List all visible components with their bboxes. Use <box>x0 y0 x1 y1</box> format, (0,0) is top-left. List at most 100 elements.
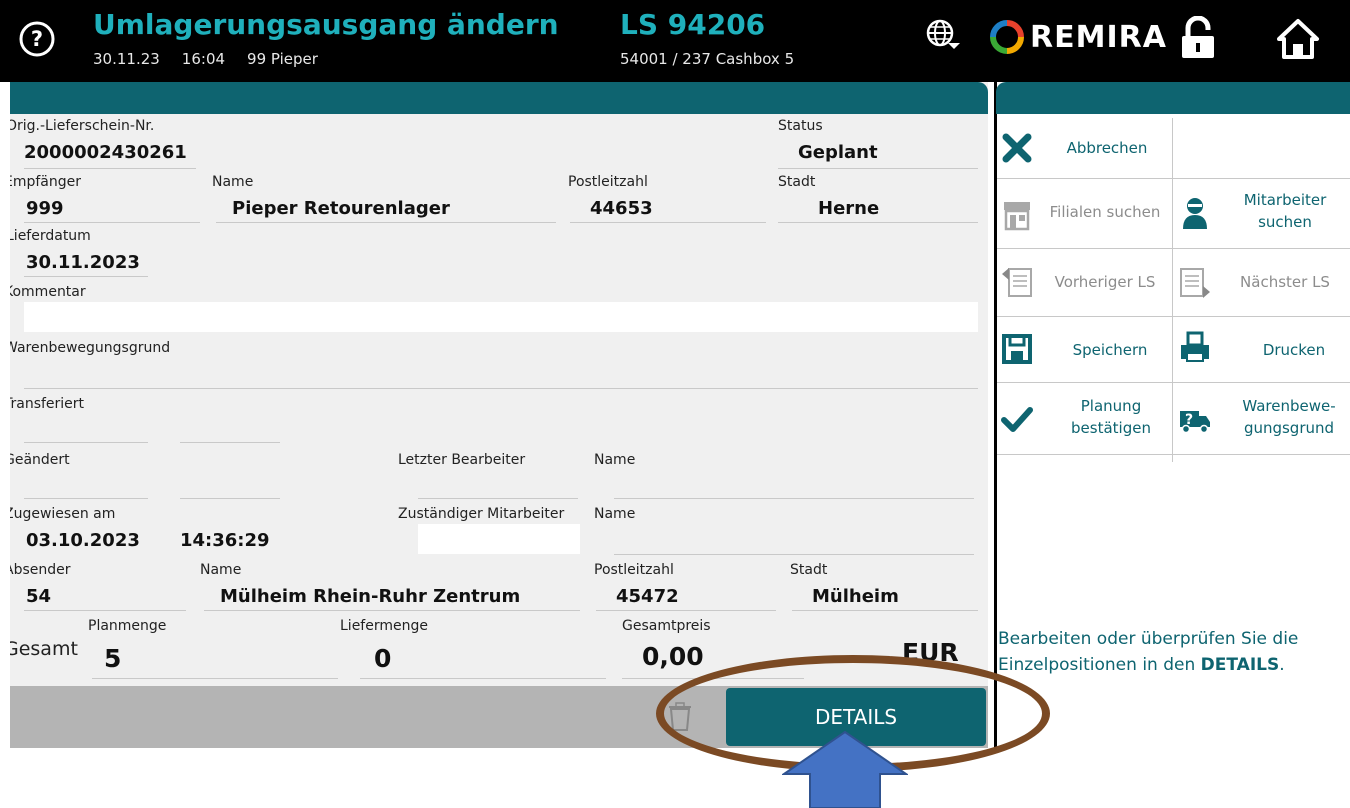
responsible-input[interactable] <box>418 524 580 554</box>
changed-label: Geändert <box>10 452 70 468</box>
sender-plz-label: Postleitzahl <box>594 562 674 578</box>
header-user: 99 Pieper <box>247 50 318 68</box>
responsible-name-underline <box>614 554 974 555</box>
recipient-plz-underline <box>570 222 766 223</box>
delivery-date-underline <box>24 276 148 277</box>
orig-ls-underline <box>24 168 196 169</box>
print-button[interactable]: Drucken <box>1173 317 1350 382</box>
check-icon <box>1001 407 1033 432</box>
sender-plz-underline <box>596 610 776 611</box>
lock-icon[interactable] <box>1180 16 1216 60</box>
sender-city: Mülheim <box>812 586 899 607</box>
delivered-qty: 0 <box>374 644 392 673</box>
comment-input[interactable] <box>24 302 978 332</box>
save-icon <box>1002 334 1032 364</box>
delivered-qty-label: Liefermenge <box>340 618 428 634</box>
orig-ls-label: Orig.-Lieferschein-Nr. <box>10 118 155 134</box>
responsible-label: Zuständiger Mitarbeiter <box>398 506 565 522</box>
globe-icon[interactable] <box>924 17 964 51</box>
confirm-planning-button[interactable]: Planung bestätigen <box>997 383 1172 454</box>
header-date: 30.11.23 <box>93 50 160 68</box>
total-label: Gesamt <box>10 638 78 660</box>
details-hint-end: . <box>1279 655 1285 675</box>
action-panel: Abbrechen Filialen suchen Mitarbeiter su… <box>994 82 1350 748</box>
recipient-value[interactable]: 999 <box>26 198 64 219</box>
next-doc-icon <box>1180 268 1210 298</box>
find-employee-button[interactable]: Mitarbeiter suchen <box>1173 179 1350 248</box>
ls-subline: 54001 / 237 Cashbox 5 <box>620 50 795 68</box>
details-hint: Bearbeiten oder überprüfen Sie die Einze… <box>994 626 1350 678</box>
recipient-city-label: Stadt <box>778 174 816 190</box>
total-price: 0,00 <box>642 642 704 671</box>
changed-time-underline <box>180 498 280 499</box>
planned-qty-label: Planmenge <box>88 618 167 634</box>
delivered-qty-underline <box>360 678 606 679</box>
sender-city-underline <box>792 610 978 611</box>
status-underline <box>778 168 978 169</box>
recipient-plz: 44653 <box>590 198 653 219</box>
assigned-label: Zugewiesen am <box>10 506 116 522</box>
pointer-arrow-icon <box>782 730 908 808</box>
assigned-time: 14:36:29 <box>180 530 270 551</box>
status-value: Geplant <box>798 142 878 163</box>
find-employee-label: Mitarbeiter suchen <box>1243 191 1327 231</box>
recipient-city-underline <box>778 222 978 223</box>
prev-ls-label: Vorheriger LS <box>1054 273 1156 291</box>
find-branches-button[interactable]: Filialen suchen <box>997 179 1172 248</box>
page-title: Umlagerungsausgang ändern <box>93 8 559 41</box>
changed-date-underline <box>24 498 148 499</box>
next-ls-label: Nächster LS <box>1240 273 1330 291</box>
sender-name: Mülheim Rhein-Ruhr Zentrum <box>220 586 521 607</box>
goods-movement-reason-button[interactable]: ? Warenbewe-gungsgrund <box>1173 383 1350 454</box>
top-bar: ? Umlagerungsausgang ändern 30.11.23 16:0… <box>0 0 1350 82</box>
details-hint-bold: DETAILS <box>1200 655 1280 675</box>
store-icon <box>1004 202 1030 231</box>
close-icon <box>1002 133 1032 163</box>
goods-movement-reason-label: Warenbewe-gungsgrund <box>1242 397 1336 437</box>
svg-text:?: ? <box>31 27 43 51</box>
recipient-name: Pieper Retourenlager <box>232 198 450 219</box>
next-ls-button[interactable]: Nächster LS <box>1173 249 1350 316</box>
reason-underline[interactable] <box>24 388 978 389</box>
prev-doc-icon <box>1002 268 1032 297</box>
prev-ls-button[interactable]: Vorheriger LS <box>997 249 1172 316</box>
save-label: Speichern <box>1072 341 1148 359</box>
cancel-label: Abbrechen <box>1066 139 1148 157</box>
planned-qty-underline <box>92 678 338 679</box>
employee-icon <box>1183 198 1207 229</box>
header-time: 16:04 <box>181 50 226 68</box>
recipient-plz-label: Postleitzahl <box>568 174 648 190</box>
recipient-name-underline <box>216 222 556 223</box>
form-header-bar <box>10 82 988 114</box>
remira-logo: REMIRA <box>990 17 1167 57</box>
transferred-label: Transferiert <box>10 396 85 412</box>
sender-name-underline <box>204 610 580 611</box>
header-subline: 30.11.23 16:04 99 Pieper <box>93 50 340 68</box>
last-editor-label: Letzter Bearbeiter <box>398 452 526 468</box>
orig-ls-value: 2000002430261 <box>24 142 187 163</box>
transferred-time-underline <box>180 442 280 443</box>
form-panel: Orig.-Lieferschein-Nr. 2000002430261 Sta… <box>10 82 988 748</box>
recipient-name-label: Name <box>212 174 254 190</box>
sender-city-label: Stadt <box>790 562 828 578</box>
recipient-label: Empfänger <box>10 174 82 190</box>
last-editor-name-label: Name <box>594 452 636 468</box>
sender-plz: 45472 <box>616 586 679 607</box>
delivery-date-value[interactable]: 30.11.2023 <box>26 252 140 273</box>
sender-name-label: Name <box>200 562 242 578</box>
reason-label: Warenbewegungsgrund <box>10 340 171 356</box>
assigned-date: 03.10.2023 <box>26 530 140 551</box>
app-screen: ? Umlagerungsausgang ändern 30.11.23 16:0… <box>0 0 1350 808</box>
home-icon[interactable] <box>1276 18 1320 60</box>
print-icon <box>1181 331 1209 362</box>
cancel-button[interactable]: Abbrechen <box>997 118 1172 178</box>
brand-name: REMIRA <box>1030 19 1167 55</box>
remira-logo-icon <box>990 20 1024 54</box>
help-icon[interactable]: ? <box>18 20 56 58</box>
last-editor-name-underline <box>614 498 974 499</box>
transferred-date-underline <box>24 442 148 443</box>
last-editor-underline <box>418 498 578 499</box>
sender-value: 54 <box>26 586 52 607</box>
recipient-city: Herne <box>818 198 880 219</box>
save-button[interactable]: Speichern <box>997 317 1172 382</box>
